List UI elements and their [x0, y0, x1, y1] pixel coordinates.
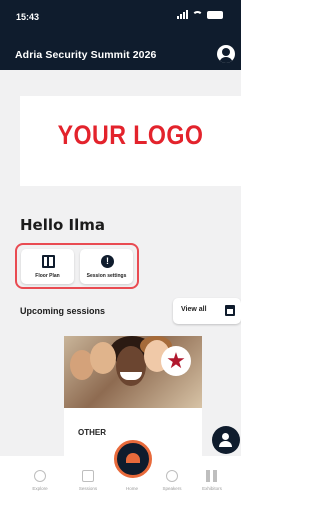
nav-label: Home — [125, 486, 138, 491]
logo-text: YOUR LOGO — [57, 120, 204, 150]
add-person-icon-body — [219, 441, 232, 447]
view-all-label: View all — [181, 306, 207, 313]
floor-plan-button[interactable]: Floor Plan — [21, 249, 74, 284]
signal-icon — [177, 10, 188, 19]
account-circle-icon[interactable] — [217, 45, 235, 63]
app-screen: 15:43 Adria Security Summit 2026 YOUR LO… — [0, 0, 241, 513]
wifi-icon — [192, 10, 203, 19]
account-head — [222, 48, 230, 56]
nav-item-exhibitors[interactable]: Exhibitors — [192, 466, 232, 496]
session-settings-button[interactable]: ! Session settings — [80, 249, 133, 284]
system-icons — [177, 10, 223, 19]
account-body — [219, 57, 233, 63]
status-time: 15:43 — [16, 12, 40, 22]
photo-face — [116, 346, 146, 386]
star-icon — [161, 346, 191, 376]
add-person-button[interactable] — [212, 426, 240, 454]
nav-label: Sessions — [78, 486, 98, 491]
home-center-button[interactable] — [114, 440, 152, 478]
floor-plan-label: Floor Plan — [35, 273, 60, 279]
explore-icon — [34, 470, 46, 482]
add-person-icon — [222, 433, 229, 440]
nav-label: Explore — [32, 486, 48, 491]
greeting: Hello Ilma — [20, 216, 106, 234]
map-icon — [42, 255, 55, 268]
home-icon — [126, 453, 140, 463]
session-photo — [64, 336, 202, 408]
upcoming-sessions-title: Upcoming sessions — [20, 306, 106, 316]
speakers-icon — [166, 470, 178, 482]
info-icon: ! — [101, 255, 114, 268]
nav-label: Exhibitors — [202, 486, 222, 491]
app-title: Adria Security Summit 2026 — [15, 49, 157, 61]
battery-icon — [207, 10, 223, 19]
exhibitors-icon — [206, 470, 218, 482]
nav-item-speakers[interactable]: Speakers — [152, 466, 192, 496]
sessions-icon — [82, 470, 94, 482]
session-category: OTHER — [78, 428, 106, 437]
quick-actions: Floor Plan ! Session settings — [15, 243, 139, 289]
view-all-button[interactable]: View all — [173, 298, 241, 324]
nav-item-sessions[interactable]: Sessions — [68, 466, 108, 496]
nav-label: Speakers — [162, 486, 182, 491]
photo-face — [90, 342, 116, 374]
calendar-icon — [225, 305, 235, 316]
session-settings-label: Session settings — [86, 273, 127, 279]
app-bar: 15:43 Adria Security Summit 2026 — [0, 0, 241, 70]
status-bar: 15:43 — [0, 0, 241, 36]
nav-item-home[interactable]: Home — [112, 482, 152, 512]
event-logo: YOUR LOGO — [20, 96, 241, 186]
nav-item-explore[interactable]: Explore — [20, 466, 60, 496]
